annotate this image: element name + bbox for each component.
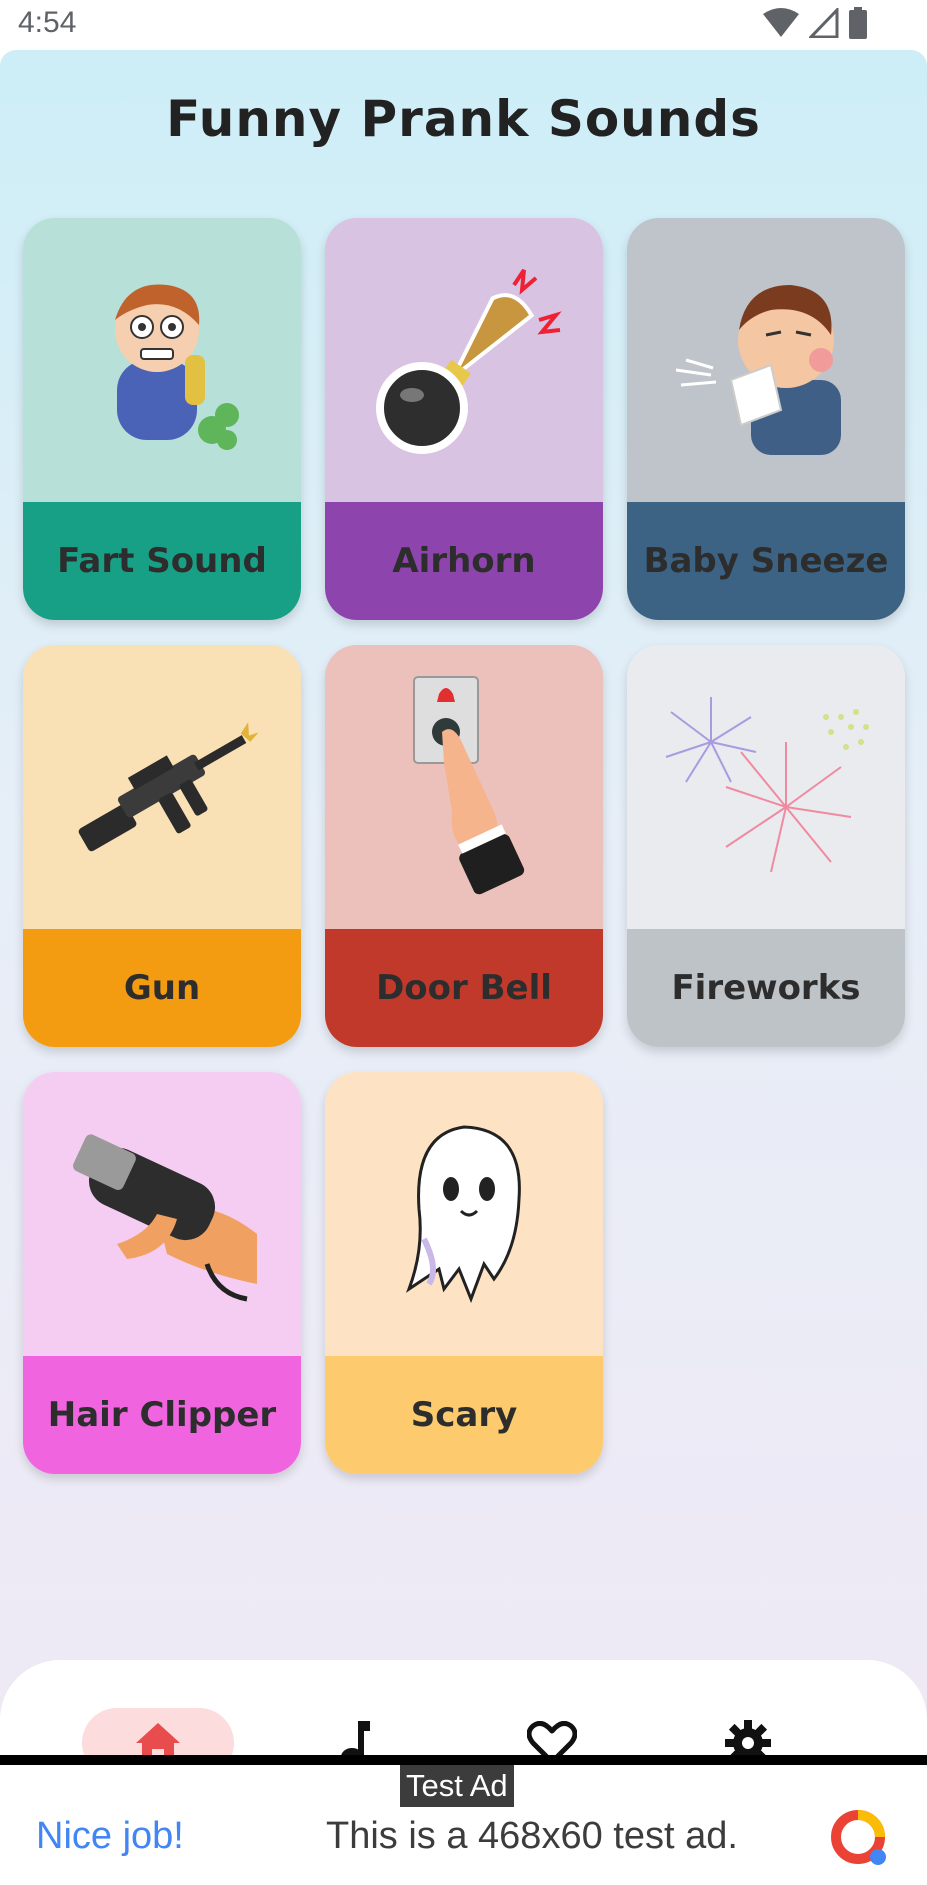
status-time: 4:54	[18, 6, 77, 39]
heart-icon	[527, 1721, 577, 1755]
ad-headline[interactable]: Nice job!	[36, 1815, 184, 1858]
sound-label: Gun	[23, 929, 301, 1047]
sound-label: Fart Sound	[23, 502, 301, 620]
fireworks-icon	[665, 697, 869, 873]
nav-home-button[interactable]	[82, 1708, 234, 1755]
music-note-icon	[341, 1721, 370, 1755]
hair-clipper-icon	[73, 1134, 257, 1302]
wifi-icon	[763, 8, 799, 37]
doorbell-icon	[413, 676, 525, 895]
battery-icon	[849, 7, 867, 39]
page-title: Funny Prank Sounds	[166, 90, 761, 148]
sound-card-airhorn[interactable]: Airhorn	[325, 218, 603, 620]
sound-label: Scary	[325, 1356, 603, 1474]
ad-body-text[interactable]: This is a 468x60 test ad.	[326, 1815, 738, 1858]
sound-card-scary[interactable]: Scary	[325, 1072, 603, 1474]
bottom-navigation	[0, 1660, 927, 1755]
app-screen: Funny Prank Sounds Fart Sound Airhorn Ba…	[0, 50, 927, 1755]
nav-favorites-button[interactable]	[512, 1708, 592, 1755]
rifle-icon	[78, 722, 259, 852]
ad-logo-icon[interactable]	[828, 1807, 892, 1871]
sound-card-door-bell[interactable]: Door Bell	[325, 645, 603, 1047]
sneezing-boy-icon	[675, 285, 841, 455]
sound-label: Door Bell	[325, 929, 603, 1047]
sound-label: Fireworks	[627, 929, 905, 1047]
sound-card-gun[interactable]: Gun	[23, 645, 301, 1047]
card-image-area	[23, 218, 301, 502]
sound-label: Airhorn	[325, 502, 603, 620]
sound-card-fireworks[interactable]: Fireworks	[627, 645, 905, 1047]
sound-label: Baby Sneeze	[627, 502, 905, 620]
fart-boy-icon	[115, 284, 239, 450]
card-image-area	[627, 645, 905, 929]
card-image-area	[627, 218, 905, 502]
ad-banner[interactable]: Test Ad Nice job! This is a 468x60 test …	[0, 1755, 927, 1885]
sound-card-baby-sneeze[interactable]: Baby Sneeze	[627, 218, 905, 620]
status-bar: 4:54	[0, 0, 927, 50]
ad-test-tag: Test Ad	[400, 1765, 514, 1807]
sound-card-fart[interactable]: Fart Sound	[23, 218, 301, 620]
signal-icon	[809, 8, 839, 38]
nav-music-button[interactable]	[315, 1708, 395, 1755]
gear-icon	[725, 1720, 771, 1755]
status-icons	[763, 7, 867, 39]
airhorn-icon	[376, 268, 562, 454]
card-image-area	[325, 1072, 603, 1356]
nav-settings-button[interactable]	[708, 1708, 788, 1755]
sound-label: Hair Clipper	[23, 1356, 301, 1474]
card-image-area	[23, 1072, 301, 1356]
card-image-area	[325, 645, 603, 929]
home-icon	[136, 1723, 180, 1755]
card-image-area	[325, 218, 603, 502]
card-image-area	[23, 645, 301, 929]
ghost-icon	[405, 1125, 521, 1304]
sound-card-hair-clipper[interactable]: Hair Clipper	[23, 1072, 301, 1474]
